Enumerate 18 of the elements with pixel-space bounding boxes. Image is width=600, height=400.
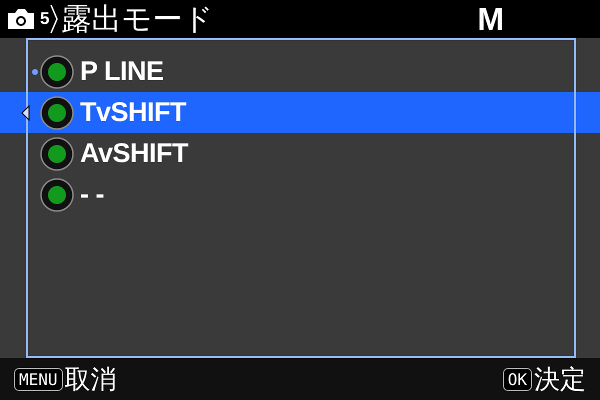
cancel-label: 取消: [64, 364, 117, 396]
left-arrow-icon: [21, 104, 30, 120]
menu-item[interactable]: - -: [0, 174, 600, 215]
menu-item[interactable]: TvSHIFT: [0, 92, 600, 133]
ring-dot-icon: [40, 54, 74, 88]
ring-dot-icon: [40, 96, 74, 130]
tab-number: 5: [40, 9, 50, 29]
ring-dot-icon: [40, 136, 74, 170]
menu-item[interactable]: AvSHIFT: [0, 133, 600, 174]
ring-dot-icon: [40, 178, 74, 212]
confirm-label: 決定: [534, 364, 586, 396]
exposure-mode: M: [477, 0, 504, 38]
menu-key[interactable]: MENU: [14, 368, 63, 390]
camera-icon: [6, 8, 36, 30]
ok-key[interactable]: OK: [502, 368, 532, 390]
screen-title: 露出モード: [61, 0, 214, 38]
chevron-icon: [49, 4, 60, 34]
menu-item[interactable]: P LINE: [0, 51, 600, 92]
